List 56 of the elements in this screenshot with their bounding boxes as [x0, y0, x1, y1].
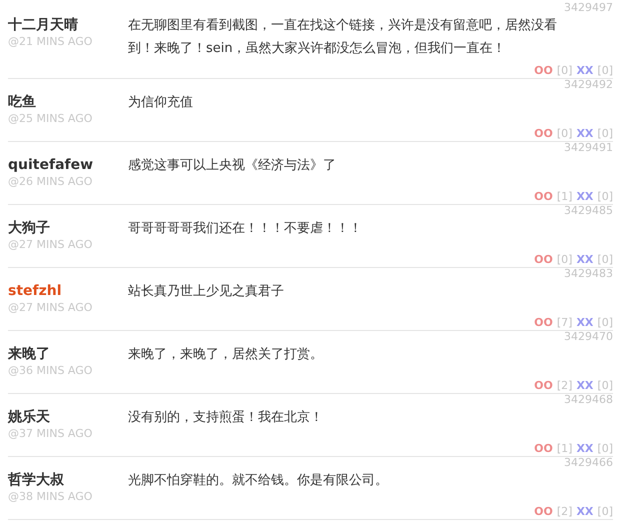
downvote-link[interactable]: XX [576, 127, 594, 140]
downvote-count: [0] [597, 190, 613, 203]
upvote-link[interactable]: OO [534, 190, 553, 203]
downvote-count: [0] [597, 316, 613, 329]
comment-number: 3429491 [564, 142, 613, 154]
upvote-count: [0] [556, 64, 572, 77]
author-name[interactable]: quitefafew [8, 156, 128, 174]
upvote-count: [7] [556, 316, 572, 329]
comment-text: 来晚了，来晚了，居然关了打赏。 [128, 346, 324, 364]
upvote-link[interactable]: OO [534, 316, 553, 329]
author-name[interactable]: 十二月天晴 [8, 16, 128, 34]
downvote-count: [0] [597, 64, 613, 77]
upvote-link[interactable]: OO [534, 64, 553, 77]
downvote-count: [0] [597, 253, 613, 266]
upvote-count: [0] [556, 253, 572, 266]
comment-number: 3429492 [564, 79, 613, 91]
comment-text: 在无聊图里有看到截图，一直在找这个链接，兴许是没有留意吧，居然没看到！来晚了！sein，虽然大家兴许都没怎么冒泡，但我们一直在！ [128, 17, 558, 58]
downvote-link[interactable]: XX [576, 190, 594, 203]
upvote-link[interactable]: OO [534, 505, 553, 518]
comment-text: 光脚不怕穿鞋的。就不给钱。你是有限公司。 [128, 472, 389, 490]
comment-number: 3429485 [564, 205, 613, 217]
downvote-count: [0] [597, 379, 613, 392]
comment-number: 3429483 [564, 268, 613, 280]
downvote-link[interactable]: XX [576, 253, 594, 266]
downvote-count: [0] [597, 442, 613, 455]
downvote-link[interactable]: XX [576, 505, 594, 518]
comment-text: 哥哥哥哥哥我们还在！！！不要虐！！！ [128, 220, 363, 238]
author-name[interactable]: 姚乐天 [8, 408, 128, 426]
downvote-count: [0] [597, 505, 613, 518]
upvote-link[interactable]: OO [534, 127, 553, 140]
author-name[interactable]: 吃鱼 [8, 93, 128, 111]
downvote-link[interactable]: XX [576, 316, 594, 329]
comment-text: 为信仰充值 [128, 94, 194, 112]
upvote-count: [0] [556, 127, 572, 140]
comment-number: 3429468 [564, 394, 613, 406]
author-name[interactable]: 哲学大叔 [8, 471, 128, 489]
upvote-count: [2] [556, 379, 572, 392]
author-name[interactable]: 来晚了 [8, 345, 128, 363]
comment-text: 站长真乃世上少见之真君子 [128, 283, 285, 301]
downvote-link[interactable]: XX [576, 442, 594, 455]
downvote-count: [0] [597, 127, 613, 140]
author-name[interactable]: 大狗子 [8, 219, 128, 237]
upvote-count: [2] [556, 505, 572, 518]
upvote-link[interactable]: OO [534, 253, 553, 266]
upvote-link[interactable]: OO [534, 379, 553, 392]
upvote-count: [1] [556, 442, 572, 455]
upvote-count: [1] [556, 190, 572, 203]
comment-text: 没有别的，支持煎蛋！我在北京！ [128, 409, 324, 427]
comment-number: 3429466 [564, 457, 613, 469]
upvote-link[interactable]: OO [534, 442, 553, 455]
comment-number: 3429497 [564, 2, 613, 14]
downvote-link[interactable]: XX [576, 64, 594, 77]
comment-number: 3429470 [564, 331, 613, 343]
author-name[interactable]: stefzhl [8, 282, 128, 300]
downvote-link[interactable]: XX [576, 379, 594, 392]
comment-text: 感觉这事可以上央视《经济与法》了 [128, 157, 337, 175]
